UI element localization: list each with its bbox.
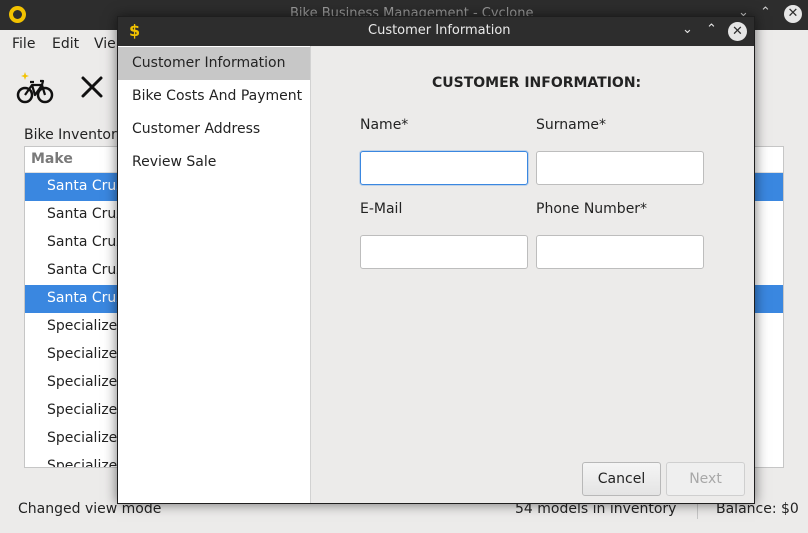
email-label: E-Mail bbox=[360, 201, 403, 217]
customer-information-dialog: $ Customer Information ⌄ ⌃ ✕ Customer In… bbox=[117, 16, 755, 504]
email-field[interactable] bbox=[360, 235, 528, 269]
surname-field[interactable] bbox=[536, 151, 704, 185]
close-icon[interactable]: ✕ bbox=[784, 5, 802, 23]
next-button[interactable]: Next bbox=[666, 462, 745, 496]
step-review-sale[interactable]: Review Sale bbox=[118, 146, 310, 179]
inventory-label: Bike Inventory bbox=[24, 127, 126, 143]
dialog-title: Customer Information bbox=[368, 23, 511, 38]
close-x-icon[interactable] bbox=[76, 70, 114, 106]
dialog-close-icon[interactable]: ✕ bbox=[728, 22, 747, 41]
dialog-minimize-icon[interactable]: ⌄ bbox=[682, 22, 693, 37]
dialog-titlebar: $ Customer Information ⌄ ⌃ ✕ bbox=[118, 17, 754, 46]
form-heading: CUSTOMER INFORMATION: bbox=[432, 75, 642, 91]
menu-edit[interactable]: Edit bbox=[52, 36, 79, 52]
menu-file[interactable]: File bbox=[12, 36, 35, 52]
cancel-button[interactable]: Cancel bbox=[582, 462, 661, 496]
maximize-icon[interactable]: ⌃ bbox=[760, 5, 771, 20]
wizard-steps-sidebar: Customer Information Bike Costs And Paym… bbox=[118, 46, 311, 503]
phone-number-label: Phone Number* bbox=[536, 201, 648, 217]
step-bike-costs-and-payment[interactable]: Bike Costs And Payment bbox=[118, 80, 310, 113]
step-customer-information[interactable]: Customer Information bbox=[118, 47, 310, 80]
step-customer-address[interactable]: Customer Address bbox=[118, 113, 310, 146]
app-logo-icon bbox=[9, 6, 26, 23]
surname-label: Surname* bbox=[536, 117, 606, 133]
dialog-maximize-icon[interactable]: ⌃ bbox=[706, 22, 717, 37]
phone-number-field[interactable] bbox=[536, 235, 704, 269]
bicycle-add-icon[interactable] bbox=[16, 70, 54, 106]
menu-view[interactable]: Vie bbox=[94, 36, 116, 52]
dollar-icon: $ bbox=[129, 21, 141, 40]
name-field[interactable] bbox=[360, 151, 528, 185]
name-label: Name* bbox=[360, 117, 409, 133]
